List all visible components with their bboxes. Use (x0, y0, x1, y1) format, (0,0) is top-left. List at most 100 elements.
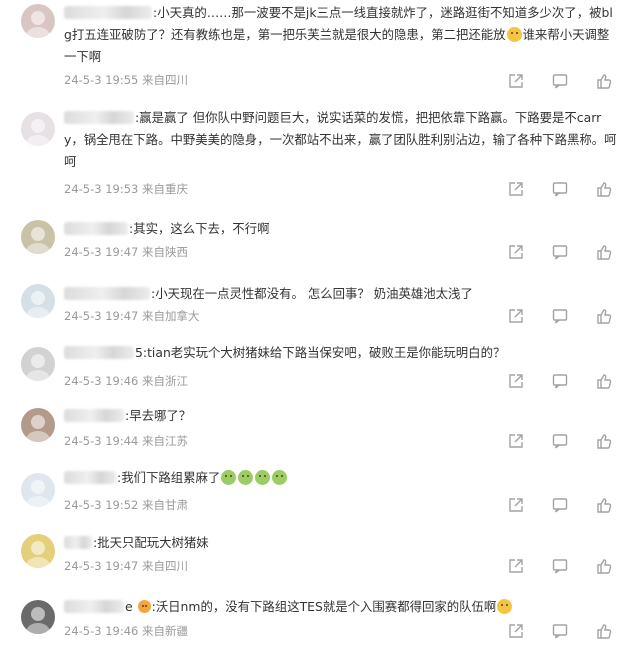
username-blurred[interactable] (64, 346, 134, 359)
comment-text-part: 赢是赢了 但你队中野问题巨大，说实话菜的发慌，把把依靠下路赢。下路要是不carr… (64, 110, 617, 169)
comment-icon[interactable] (551, 180, 569, 198)
comment-icon[interactable] (551, 496, 569, 514)
comment-date: 24-5-3 19:47 (64, 245, 139, 259)
emoji-icon (221, 470, 237, 485)
comment-meta: 24-5-3 19:46 来自浙江 (64, 373, 188, 389)
username-blurred[interactable] (64, 287, 150, 300)
comment-meta: 24-5-3 19:44 来自江苏 (64, 433, 188, 449)
emoji-icon (497, 599, 513, 614)
comment-icon[interactable] (551, 372, 569, 390)
comment-text: 5:tian老实玩个大树猪妹给下路当保安吧，破败王是你能玩明白的？ (64, 342, 617, 364)
comment-text: :其实，这么下去，不行啊 (64, 218, 617, 240)
comment-actions (507, 243, 613, 261)
username-suffix: e (125, 599, 133, 614)
comment-location: 来自加拿大 (142, 309, 200, 323)
share-icon[interactable] (507, 72, 525, 90)
username-blurred[interactable] (64, 111, 134, 124)
comment-meta: 24-5-3 19:47 来自加拿大 (64, 308, 200, 324)
comment-text: :小天真的……那一波要不是jk三点一线直接就炸了，迷路逛街不知道多少次了，被bl… (64, 2, 617, 68)
comment-text-part: 小天现在一点灵性都没有。 怎么回事？ 奶油英雄池太浅了 (155, 286, 473, 301)
comment-meta: 24-5-3 19:46 来自新疆 (64, 623, 188, 639)
comment-text-part: 其实，这么下去，不行啊 (133, 221, 270, 236)
comment-text: :我们下路组累麻了 (64, 467, 617, 489)
comment-date: 24-5-3 19:47 (64, 559, 139, 573)
comment-icon[interactable] (551, 432, 569, 450)
comment-text: :小天现在一点灵性都没有。 怎么回事？ 奶油英雄池太浅了 (64, 283, 617, 305)
username-blurred[interactable] (64, 222, 128, 235)
vip-badge-icon (137, 600, 151, 613)
comment-meta: 24-5-3 19:53 来自重庆 (64, 181, 188, 197)
avatar[interactable] (21, 220, 55, 254)
name-separator: 5: (135, 345, 148, 360)
share-icon[interactable] (507, 372, 525, 390)
comment-actions (507, 622, 613, 640)
avatar[interactable] (21, 473, 55, 507)
share-icon[interactable] (507, 307, 525, 325)
comment-location: 来自四川 (142, 73, 189, 87)
avatar[interactable] (21, 112, 55, 146)
like-icon[interactable] (595, 622, 613, 640)
like-icon[interactable] (595, 432, 613, 450)
share-icon[interactable] (507, 557, 525, 575)
emoji-icon (272, 470, 288, 485)
like-icon[interactable] (595, 180, 613, 198)
comment-text-part: 沃日nm的，没有下路组这TES就是个入围赛都得回家的队伍啊 (155, 599, 497, 614)
avatar[interactable] (21, 347, 55, 381)
avatar[interactable] (21, 408, 55, 442)
avatar[interactable] (21, 534, 55, 568)
comment-meta: 24-5-3 19:55 来自四川 (64, 72, 188, 88)
avatar[interactable] (21, 600, 55, 634)
comment-location: 来自江苏 (142, 434, 189, 448)
emoji-icon (506, 27, 522, 42)
comment-location: 来自陕西 (142, 245, 189, 259)
share-icon[interactable] (507, 622, 525, 640)
avatar[interactable] (21, 4, 55, 38)
comment-meta: 24-5-3 19:47 来自四川 (64, 558, 188, 574)
like-icon[interactable] (595, 243, 613, 261)
comment-text-part: tian老实玩个大树猪妹给下路当保安吧，破败王是你能玩明白的？ (147, 345, 506, 360)
comment-actions (507, 307, 613, 325)
comment-location: 来自重庆 (142, 182, 189, 196)
emoji-icon (255, 470, 271, 485)
comment-icon[interactable] (551, 622, 569, 640)
comment-icon[interactable] (551, 72, 569, 90)
comment-location: 来自浙江 (142, 374, 189, 388)
comment-meta: 24-5-3 19:47 来自陕西 (64, 244, 188, 260)
like-icon[interactable] (595, 496, 613, 514)
comment-actions (507, 496, 613, 514)
comment-date: 24-5-3 19:46 (64, 624, 139, 638)
comment-text: :赢是赢了 但你队中野问题巨大，说实话菜的发慌，把把依靠下路赢。下路要是不car… (64, 107, 617, 173)
like-icon[interactable] (595, 372, 613, 390)
comment-date: 24-5-3 19:44 (64, 434, 139, 448)
comment-icon[interactable] (551, 557, 569, 575)
like-icon[interactable] (595, 557, 613, 575)
comment-actions (507, 557, 613, 575)
like-icon[interactable] (595, 72, 613, 90)
username-blurred[interactable] (64, 600, 124, 613)
username-blurred[interactable] (64, 471, 116, 484)
comment-location: 来自四川 (142, 559, 189, 573)
username-blurred[interactable] (64, 409, 124, 422)
comment-actions (507, 72, 613, 90)
comment-icon[interactable] (551, 243, 569, 261)
comment-actions (507, 372, 613, 390)
username-blurred[interactable] (64, 536, 92, 549)
comment-icon[interactable] (551, 307, 569, 325)
comment-list: :小天真的……那一波要不是jk三点一线直接就炸了，迷路逛街不知道多少次了，被bl… (0, 0, 633, 648)
share-icon[interactable] (507, 180, 525, 198)
avatar[interactable] (21, 284, 55, 318)
share-icon[interactable] (507, 243, 525, 261)
emoji-icon (238, 470, 254, 485)
comment-text: :早去哪了？ (64, 405, 617, 427)
comment-date: 24-5-3 19:47 (64, 309, 139, 323)
like-icon[interactable] (595, 307, 613, 325)
comment-actions (507, 432, 613, 450)
share-icon[interactable] (507, 496, 525, 514)
comment-date: 24-5-3 19:53 (64, 182, 139, 196)
comment-meta: 24-5-3 19:52 来自甘肃 (64, 497, 188, 513)
comment-text-part: 批天只配玩大树猪妹 (97, 535, 209, 550)
username-blurred[interactable] (64, 6, 152, 19)
comment-date: 24-5-3 19:46 (64, 374, 139, 388)
share-icon[interactable] (507, 432, 525, 450)
comment-text-part: 早去哪了？ (129, 408, 192, 423)
